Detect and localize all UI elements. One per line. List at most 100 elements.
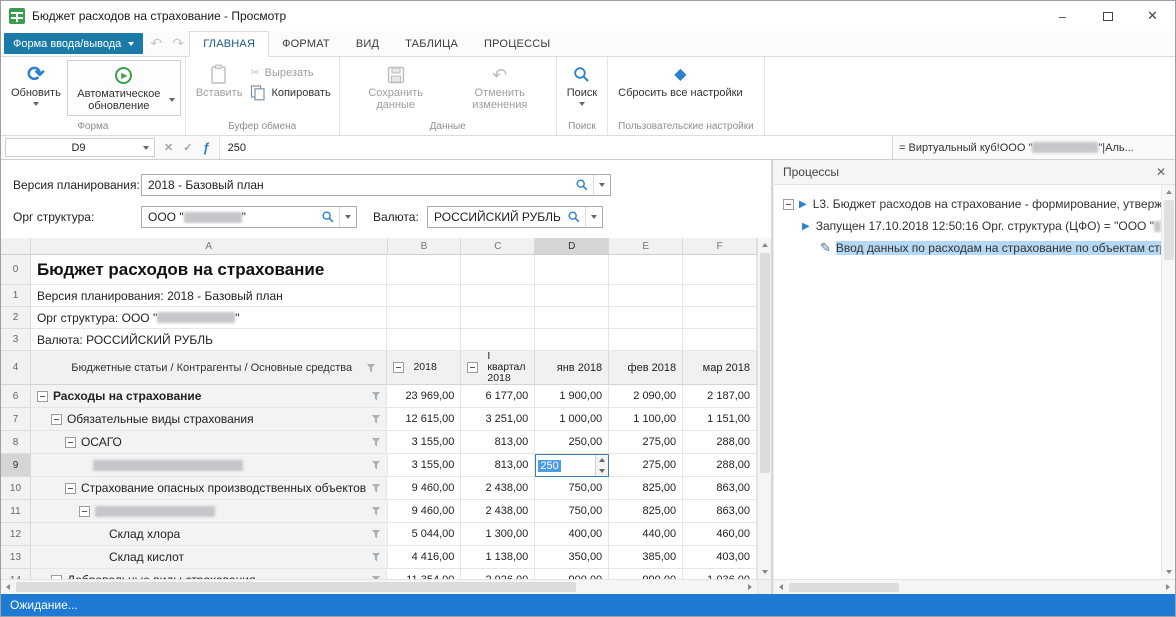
cancel-entry-icon[interactable]: ✕ [164, 141, 173, 154]
empty-cell[interactable] [609, 285, 683, 307]
empty-cell[interactable] [387, 329, 461, 351]
undo-button[interactable]: ↶ [145, 31, 167, 56]
tab-processes[interactable]: ПРОЦЕССЫ [471, 31, 563, 56]
active-cell-editor[interactable]: 250 [535, 454, 609, 477]
search-icon[interactable] [571, 178, 593, 192]
quarter-header-cell[interactable]: I квартал 2018 [461, 351, 535, 385]
tab-view[interactable]: ВИД [343, 31, 392, 56]
value-cell[interactable]: 750,00 [535, 500, 609, 523]
collapse-icon[interactable] [65, 437, 76, 448]
spinner[interactable] [595, 455, 608, 476]
collapse-icon[interactable] [51, 414, 62, 425]
horizontal-scrollbar[interactable] [1, 579, 757, 594]
scrollbar-thumb[interactable] [760, 253, 770, 473]
scrollbar-thumb[interactable] [1164, 200, 1174, 260]
empty-cell[interactable] [609, 329, 683, 351]
spin-up-icon[interactable] [596, 455, 608, 466]
value-cell[interactable]: 350,00 [535, 546, 609, 569]
value-cell[interactable]: 900,00 [535, 569, 609, 579]
value-cell[interactable]: 750,00 [535, 477, 609, 500]
reset-settings-button[interactable]: ◆ Сбросить все настройки [612, 60, 748, 99]
value-cell[interactable]: 3 155,00 [387, 431, 461, 454]
row-label-cell[interactable] [31, 454, 388, 477]
value-cell[interactable]: 863,00 [683, 477, 757, 500]
copy-button[interactable]: Копировать [250, 85, 330, 101]
empty-cell[interactable] [535, 255, 609, 285]
empty-cell[interactable] [683, 307, 757, 329]
table-row[interactable]: 13Склад кислот4 416,001 138,00350,00385,… [1, 546, 757, 569]
collapse-icon[interactable] [37, 391, 48, 402]
month-header-cell[interactable]: мар 2018 [683, 351, 757, 385]
value-cell[interactable]: 825,00 [609, 477, 683, 500]
collapse-icon[interactable] [65, 483, 76, 494]
row-number[interactable]: 1 [1, 285, 31, 307]
value-cell[interactable]: 2 438,00 [461, 477, 535, 500]
version-combo[interactable]: 2018 - Базовый план [141, 174, 611, 196]
row-label-cell[interactable]: Склад хлора [31, 523, 388, 546]
horizontal-scrollbar[interactable] [774, 579, 1175, 594]
select-all-corner[interactable] [1, 238, 31, 255]
search-icon[interactable] [317, 210, 339, 224]
dropdown-button[interactable] [339, 207, 356, 227]
row-number[interactable]: 12 [1, 523, 31, 546]
row-label-cell[interactable]: Добровольные виды страхования [31, 569, 388, 579]
minimize-button[interactable]: – [1040, 1, 1085, 31]
vertical-scrollbar[interactable] [1161, 185, 1175, 579]
filter-icon[interactable] [371, 438, 380, 447]
row-label-cell[interactable]: Обязательные виды страхования [31, 408, 388, 431]
table-row[interactable]: 93 155,00813,00250275,00288,00 [1, 454, 757, 477]
row-number[interactable]: 8 [1, 431, 31, 454]
value-cell[interactable]: 3 251,00 [461, 408, 535, 431]
hierarchy-header-cell[interactable]: Бюджетные статьи / Контрагенты / Основны… [31, 351, 388, 385]
save-data-button[interactable]: Сохранить данные [344, 60, 448, 111]
value-cell[interactable]: 2 090,00 [609, 385, 683, 408]
scroll-right-icon[interactable] [1161, 580, 1175, 594]
dropdown-button[interactable] [593, 175, 610, 195]
value-cell[interactable]: 3 155,00 [388, 454, 462, 477]
month-header-cell[interactable]: янв 2018 [535, 351, 609, 385]
undo-changes-button[interactable]: ↶ Отменить изменения [448, 60, 552, 111]
value-cell[interactable]: 1 151,00 [683, 408, 757, 431]
empty-cell[interactable] [461, 255, 535, 285]
tab-table[interactable]: ТАБЛИЦА [392, 31, 471, 56]
value-cell[interactable]: 2 438,00 [461, 500, 535, 523]
refresh-button[interactable]: ⟳ Обновить [5, 60, 67, 106]
scroll-down-icon[interactable] [758, 565, 772, 579]
value-cell[interactable]: 6 177,00 [461, 385, 535, 408]
value-cell[interactable]: 23 969,00 [387, 385, 461, 408]
row-label-cell[interactable]: Страхование опасных производственных объ… [31, 477, 388, 500]
empty-cell[interactable] [683, 255, 757, 285]
column-header-b[interactable]: B [388, 238, 462, 255]
column-header-f[interactable]: F [683, 238, 757, 255]
maximize-button[interactable] [1085, 1, 1130, 31]
empty-cell[interactable] [683, 285, 757, 307]
row-number[interactable]: 7 [1, 408, 31, 431]
cell-reference-box[interactable]: D9 [5, 138, 155, 157]
empty-cell[interactable] [387, 255, 461, 285]
table-row[interactable]: 12Склад хлора5 044,001 300,00400,00440,0… [1, 523, 757, 546]
info-cell[interactable]: Версия планирования: 2018 - Базовый план [31, 285, 388, 307]
collapse-icon[interactable] [783, 199, 794, 210]
table-row[interactable]: 119 460,002 438,00750,00825,00863,00 [1, 500, 757, 523]
column-header-e[interactable]: E [609, 238, 683, 255]
empty-cell[interactable] [609, 255, 683, 285]
value-cell[interactable]: 1 000,00 [535, 408, 609, 431]
row-number[interactable]: 14 [1, 569, 31, 579]
collapse-icon[interactable] [393, 362, 404, 373]
year-header-cell[interactable]: 2018 [387, 351, 461, 385]
value-cell[interactable]: 1 900,00 [535, 385, 609, 408]
filter-icon[interactable] [372, 461, 381, 470]
paste-button[interactable]: Вставить [190, 60, 249, 99]
empty-cell[interactable] [535, 285, 609, 307]
value-cell[interactable]: 5 044,00 [388, 523, 462, 546]
row-number[interactable]: 4 [1, 351, 31, 385]
value-cell[interactable]: 403,00 [683, 546, 757, 569]
value-cell[interactable]: 990,00 [609, 569, 683, 579]
filter-icon[interactable] [371, 484, 380, 493]
info-cell[interactable]: Валюта: РОССИЙСКИЙ РУБЛЬ [31, 329, 388, 351]
search-button[interactable]: Поиск [561, 60, 603, 106]
value-cell[interactable]: 813,00 [461, 431, 535, 454]
row-label-cell[interactable]: Склад кислот [31, 546, 388, 569]
value-cell[interactable]: 4 416,00 [388, 546, 462, 569]
empty-cell[interactable] [461, 329, 535, 351]
